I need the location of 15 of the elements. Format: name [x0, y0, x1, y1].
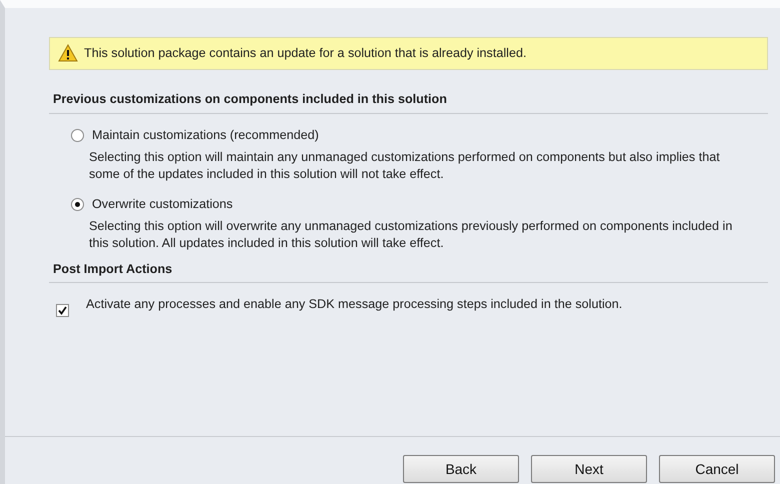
radio-label[interactable]: Maintain customizations (recommended)	[92, 126, 319, 145]
wizard-button[interactable]: Back	[403, 455, 519, 483]
section-heading: Previous customizations on components included in this solution	[49, 90, 768, 114]
option-description: Selecting this option will maintain any unmanaged customizations performed on components but also implies that some of the updates included in this solution will not take effect.	[88, 148, 721, 183]
warning-text: This solution package contains an update for a solution that is already installed.	[84, 45, 526, 62]
radio-label[interactable]: Overwrite customizations	[92, 194, 233, 214]
radio-button[interactable]	[71, 198, 84, 211]
section-heading: Post Import Actions	[49, 260, 768, 284]
option-description: Selecting this option will overwrite any unmanaged customizations previously performed on components included in this solution. All updates included in this solution will take effect.	[88, 218, 734, 252]
checkbox[interactable]	[56, 304, 69, 318]
warning-icon	[58, 44, 78, 62]
checkbox-label[interactable]: Activate any processes and enable any SDK message processing steps included in the solution.	[86, 295, 622, 318]
wizard-button[interactable]: Next	[531, 455, 647, 483]
wizard-button[interactable]: Cancel	[659, 455, 775, 483]
radio-button[interactable]	[71, 128, 84, 142]
